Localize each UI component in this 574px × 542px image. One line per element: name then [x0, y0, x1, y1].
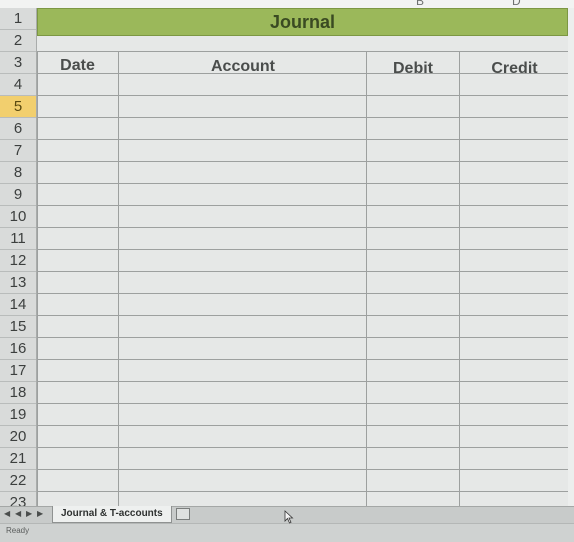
grid-row-line [37, 293, 569, 294]
grid-row-line [37, 51, 569, 52]
row-header-6[interactable]: 6 [0, 118, 36, 140]
mouse-pointer-icon [284, 510, 294, 524]
row-header-5[interactable]: 5 [0, 96, 36, 118]
row-header-11[interactable]: 11 [0, 228, 36, 250]
last-sheet-icon[interactable]: ▶ [37, 509, 43, 518]
status-bar: Ready [0, 523, 574, 542]
grid-row-line [37, 249, 569, 250]
insert-sheet-icon[interactable] [176, 508, 190, 520]
grid-row-line [37, 117, 569, 118]
grid-row-line [37, 95, 569, 96]
row-header-23[interactable]: 23 [0, 492, 36, 506]
row-header-3[interactable]: 3 [0, 52, 36, 74]
grid-row-line [37, 403, 569, 404]
grid-row-line [37, 315, 569, 316]
row-header-2[interactable]: 2 [0, 30, 36, 52]
grid-row-line [37, 381, 569, 382]
row-header-18[interactable]: 18 [0, 382, 36, 404]
grid-row-line [37, 183, 569, 184]
grid-column-line [366, 51, 367, 506]
grid-row-line [37, 271, 569, 272]
header-debit[interactable]: Debit [367, 60, 459, 78]
cell-grid[interactable]: Journal Date Account Debit Credit [37, 8, 574, 506]
row-header-16[interactable]: 16 [0, 338, 36, 360]
spreadsheet-grid: B D 1 2 3 4 5 6 7 8 9 10 11 12 13 14 15 16 17 18 19 20 21 22 2… [0, 0, 574, 506]
grid-row-line [37, 161, 569, 162]
row-header-12[interactable]: 12 [0, 250, 36, 272]
sheet-tab-journal[interactable]: Journal & T-accounts [52, 506, 172, 523]
grid-column-line [459, 51, 460, 506]
row-header-20[interactable]: 20 [0, 426, 36, 448]
grid-row-line [37, 447, 569, 448]
grid-row-line [37, 469, 569, 470]
grid-column-line [37, 51, 38, 506]
row-header-22[interactable]: 22 [0, 470, 36, 492]
row-headers: 1 2 3 4 5 6 7 8 9 10 11 12 13 14 15 16 17 18 19 20 21 22 23 [0, 8, 37, 506]
column-letter-d[interactable]: D [512, 0, 521, 8]
row-header-15[interactable]: 15 [0, 316, 36, 338]
status-text: Ready [6, 526, 30, 535]
row-header-21[interactable]: 21 [0, 448, 36, 470]
row-header-14[interactable]: 14 [0, 294, 36, 316]
row-header-7[interactable]: 7 [0, 140, 36, 162]
row-header-17[interactable]: 17 [0, 360, 36, 382]
grid-row-line [37, 359, 569, 360]
column-letter-b[interactable]: B [416, 0, 424, 8]
next-sheet-icon[interactable]: ▶ [26, 509, 32, 518]
grid-row-line [37, 139, 569, 140]
grid-row-line [37, 337, 569, 338]
grid-column-line [118, 51, 119, 506]
grid-row-line [37, 205, 569, 206]
prev-sheet-icon[interactable]: ◀ [15, 509, 21, 518]
row-header-10[interactable]: 10 [0, 206, 36, 228]
first-sheet-icon[interactable]: ◀ [4, 509, 10, 518]
grid-row-line [37, 491, 569, 492]
row-header-8[interactable]: 8 [0, 162, 36, 184]
grid-row-line [37, 73, 569, 74]
grid-right-edge [568, 8, 574, 506]
grid-row-line [37, 425, 569, 426]
grid-row-line [37, 227, 569, 228]
journal-title: Journal [269, 12, 335, 32]
row-header-19[interactable]: 19 [0, 404, 36, 426]
row-header-4[interactable]: 4 [0, 74, 36, 96]
row-header-9[interactable]: 9 [0, 184, 36, 206]
row-header-1[interactable]: 1 [0, 8, 36, 30]
row-header-13[interactable]: 13 [0, 272, 36, 294]
header-credit[interactable]: Credit [460, 60, 569, 78]
